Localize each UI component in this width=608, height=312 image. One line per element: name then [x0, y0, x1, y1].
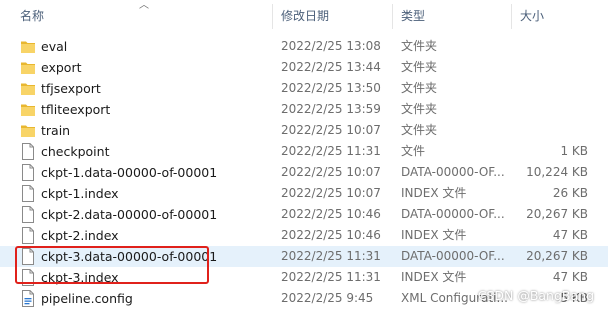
file-date-modified: 2022/2/25 13:59 [281, 102, 381, 116]
file-size: 26 KB [552, 186, 588, 200]
file-row[interactable]: ckpt-3.data-00000-of-00001 2022/2/25 11:3… [0, 246, 608, 267]
file-row[interactable]: ckpt-2.index 2022/2/25 10:46 INDEX 文件 47 KB [0, 225, 608, 246]
file-type: INDEX 文件 [401, 228, 467, 242]
file-name: ckpt-1.index [41, 186, 119, 201]
folder-row[interactable]: tfjsexport 2022/2/25 13:50 文件夹 [0, 78, 608, 99]
file-type: DATA-00000-OF... [401, 165, 505, 179]
file-size: 47 KB [552, 270, 588, 284]
file-size [508, 36, 588, 57]
file-name: tfliteexport [41, 102, 111, 117]
file-size: 10,224 KB [526, 165, 588, 179]
file-type: 文件 [401, 144, 426, 158]
file-name: checkpoint [41, 144, 110, 159]
file-name: pipeline.config [41, 291, 133, 306]
file-size [508, 120, 588, 141]
file-icon [20, 143, 36, 160]
file-row[interactable]: checkpoint 2022/2/25 11:31 文件 1 KB [0, 141, 608, 162]
file-date-modified: 2022/2/25 13:50 [281, 81, 381, 95]
folder-icon [20, 80, 36, 97]
file-size: 20,267 KB [526, 207, 588, 221]
file-type: DATA-00000-OF... [401, 207, 505, 221]
folder-row[interactable]: export 2022/2/25 13:44 文件夹 [0, 57, 608, 78]
file-size [508, 99, 588, 120]
folder-icon [20, 101, 36, 118]
file-date-modified: 2022/2/25 10:07 [281, 165, 381, 179]
file-name: ckpt-3.data-00000-of-00001 [41, 249, 218, 264]
file-type: 文件夹 [401, 81, 438, 95]
folder-row[interactable]: tfliteexport 2022/2/25 13:59 文件夹 [0, 99, 608, 120]
column-header-size[interactable]: 大小 [520, 0, 544, 33]
file-type: INDEX 文件 [401, 186, 467, 200]
column-divider[interactable] [511, 4, 512, 29]
folder-icon [20, 38, 36, 55]
file-type: DATA-00000-OF... [401, 249, 505, 263]
file-name: export [41, 60, 82, 75]
file-date-modified: 2022/2/25 13:44 [281, 60, 381, 74]
file-icon [20, 248, 36, 265]
file-date-modified: 2022/2/25 11:31 [281, 270, 381, 284]
file-row[interactable]: ckpt-1.index 2022/2/25 10:07 INDEX 文件 26 KB [0, 183, 608, 204]
file-name: ckpt-1.data-00000-of-00001 [41, 165, 218, 180]
file-name: ckpt-3.index [41, 270, 119, 285]
sort-ascending-icon: ︿ [139, 0, 149, 11]
file-type: 文件夹 [401, 123, 438, 137]
file-name: ckpt-2.index [41, 228, 119, 243]
file-icon [20, 269, 36, 286]
file-icon [20, 164, 36, 181]
file-date-modified: 2022/2/25 10:46 [281, 207, 381, 221]
file-date-modified: 2022/2/25 10:07 [281, 186, 381, 200]
file-date-modified: 2022/2/25 10:07 [281, 123, 381, 137]
file-icon [20, 185, 36, 202]
folder-row[interactable]: train 2022/2/25 10:07 文件夹 [0, 120, 608, 141]
file-size: 1 KB [560, 144, 588, 158]
column-divider[interactable] [392, 4, 393, 29]
file-size [508, 78, 588, 99]
file-icon [20, 206, 36, 223]
file-name: train [41, 123, 71, 138]
file-row[interactable]: ckpt-3.index 2022/2/25 11:31 INDEX 文件 47 KB [0, 267, 608, 288]
column-divider[interactable] [272, 4, 273, 29]
config-file-icon [20, 290, 36, 307]
file-type: 文件夹 [401, 39, 438, 53]
file-name: tfjsexport [41, 81, 101, 96]
file-type: 文件夹 [401, 102, 438, 116]
file-row[interactable]: ckpt-1.data-00000-of-00001 2022/2/25 10:0… [0, 162, 608, 183]
file-date-modified: 2022/2/25 13:08 [281, 39, 381, 53]
column-header-name[interactable]: 名称 [20, 0, 44, 33]
column-header-date-modified[interactable]: 修改日期 [281, 0, 329, 33]
folder-icon [20, 122, 36, 139]
file-type: 文件夹 [401, 60, 438, 74]
folder-icon [20, 59, 36, 76]
file-size: 20,267 KB [526, 249, 588, 263]
file-row[interactable]: ckpt-2.data-00000-of-00001 2022/2/25 10:4… [0, 204, 608, 225]
file-date-modified: 2022/2/25 11:31 [281, 249, 381, 263]
file-size: 47 KB [552, 228, 588, 242]
folder-row[interactable]: eval 2022/2/25 13:08 文件夹 [0, 36, 608, 57]
file-name: eval [41, 39, 68, 54]
file-type: INDEX 文件 [401, 270, 467, 284]
column-header-type[interactable]: 类型 [401, 0, 425, 33]
file-date-modified: 2022/2/25 11:31 [281, 144, 381, 158]
file-date-modified: 2022/2/25 9:45 [281, 291, 374, 305]
watermark: CSDN @BangBang [477, 288, 594, 303]
file-size [508, 57, 588, 78]
file-name: ckpt-2.data-00000-of-00001 [41, 207, 218, 222]
file-icon [20, 227, 36, 244]
file-date-modified: 2022/2/25 10:46 [281, 228, 381, 242]
column-header-bar: 名称 ︿ 修改日期 类型 大小 [0, 0, 608, 33]
